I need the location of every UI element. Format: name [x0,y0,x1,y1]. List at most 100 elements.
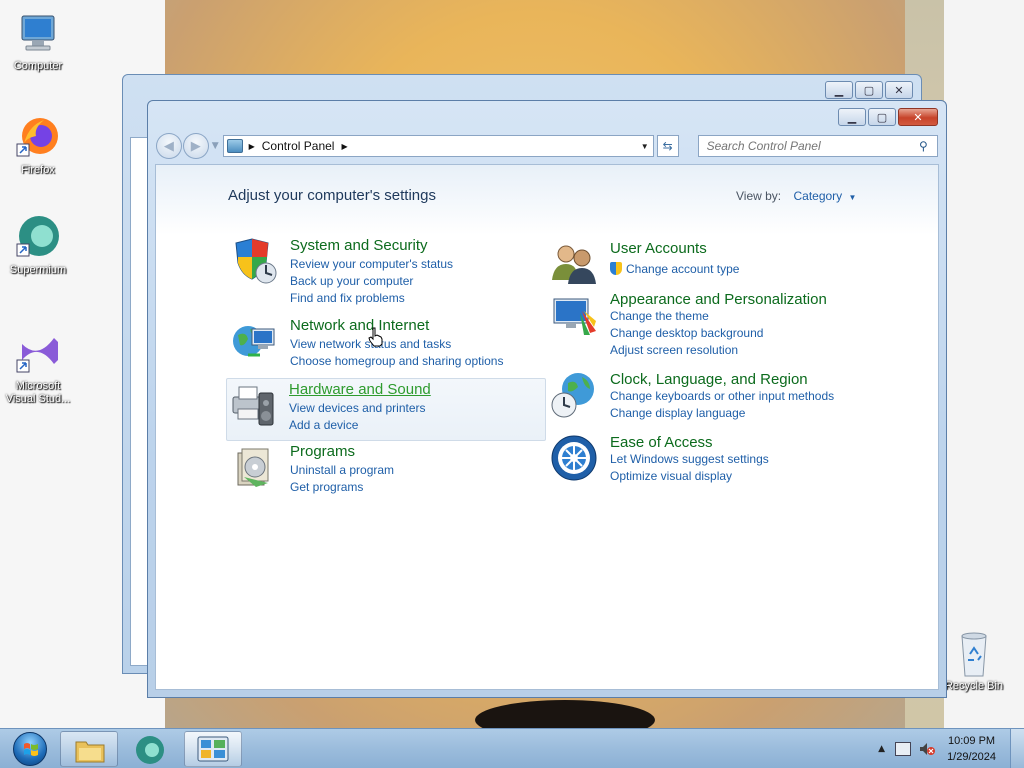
clock[interactable]: 10:09 PM 1/29/2024 [947,733,996,765]
show-desktop-button[interactable] [1010,729,1024,768]
refresh-button[interactable]: ⇆ [656,135,679,157]
minimize-button[interactable]: ▁ [838,108,866,126]
category-hardware-sound: Hardware and Sound View devices and prin… [226,378,546,441]
category-title[interactable]: Programs [290,443,355,460]
category-system-security: System and Security Review your computer… [228,237,548,305]
printer-speaker-icon [229,381,277,429]
category-title[interactable]: System and Security [290,237,428,254]
link-find-fix-problems[interactable]: Find and fix problems [290,291,405,305]
clock-time: 10:09 PM [947,735,996,747]
desktop-icon-firefox[interactable]: Firefox [2,114,74,176]
link-change-account-type[interactable]: Change account type [610,262,739,276]
forward-arrow-icon: ▶ [190,138,201,154]
computer-icon [14,10,62,58]
category-title[interactable]: Network and Internet [290,317,429,334]
uac-shield-icon [610,262,622,275]
link-review-status[interactable]: Review your computer's status [290,257,453,271]
link-display-language[interactable]: Change display language [610,406,745,420]
close-button[interactable]: ✕ [898,108,938,126]
category-title[interactable]: Ease of Access [610,434,713,451]
page-title: Adjust your computer's settings [228,187,436,204]
start-button[interactable] [4,730,56,768]
view-by: View by: Category ▼ [736,189,856,203]
desktop-icon-label: Recycle Bin [944,680,1004,692]
breadcrumb-arrow-icon[interactable]: ▶ [341,142,347,151]
recent-pages-dropdown[interactable]: ▼ [212,141,219,151]
category-programs: Programs Uninstall a program Get program… [228,443,548,509]
category-appearance-personalization: Appearance and Personalization Change th… [548,291,868,357]
shield-icon [230,237,278,285]
taskbar-file-explorer[interactable] [60,731,118,767]
taskbar: ▲ 10:09 PM 1/29/2024 [0,728,1024,768]
recycle-bin-icon [950,630,998,678]
forward-button[interactable]: ▶ [182,133,209,159]
control-panel-icon [197,736,229,762]
folder-icon [75,741,105,763]
show-hidden-icons-button[interactable]: ▲ [878,744,885,754]
taskbar-control-panel[interactable] [184,731,242,767]
windows-logo-icon [13,732,47,766]
view-by-label: View by: [736,189,782,203]
visual-studio-icon [14,330,62,378]
category-network-internet: Network and Internet View network status… [228,317,548,383]
taskbar-supermium[interactable] [122,731,180,767]
desktop-icon-label: Computer [13,60,63,72]
clock-date: 1/29/2024 [947,751,996,763]
search-icon[interactable]: ⚲ [919,139,937,153]
ease-of-access-icon [550,434,598,482]
control-panel-icon [226,139,243,153]
link-get-programs[interactable]: Get programs [290,480,363,494]
users-icon [550,240,598,288]
link-change-theme[interactable]: Change the theme [610,309,709,323]
supermium-icon [14,214,62,262]
view-by-dropdown[interactable]: Category [793,189,842,203]
minimize-button[interactable]: ▁ [825,81,853,99]
control-panel-window[interactable]: ▁ ▢ ✕ ◀ ▶ ▼ ▶ Control Panel ▶ ▼ ⇆ ⚲ Adju… [147,100,947,698]
link-suggest-settings[interactable]: Let Windows suggest settings [610,452,769,466]
category-ease-of-access: Ease of Access Let Windows suggest setti… [548,434,868,500]
close-button[interactable]: ✕ [885,81,913,99]
link-optimize-display[interactable]: Optimize visual display [610,469,732,483]
link-screen-resolution[interactable]: Adjust screen resolution [610,343,738,357]
maximize-button[interactable]: ▢ [868,108,896,126]
link-back-up[interactable]: Back up your computer [290,274,413,288]
category-title[interactable]: Appearance and Personalization [610,291,827,308]
maximize-button[interactable]: ▢ [855,81,883,99]
supermium-icon [136,736,164,764]
category-title[interactable]: User Accounts [610,240,707,257]
network-globe-icon [230,317,278,365]
refresh-icon: ⇆ [662,139,673,153]
desktop-icon-computer[interactable]: Computer [2,10,74,72]
breadcrumb-arrow-icon[interactable]: ▶ [249,142,255,151]
link-label: Change account type [626,262,740,276]
desktop-icon-visual-studio[interactable]: Microsoft Visual Stud... [2,330,74,406]
link-change-keyboards[interactable]: Change keyboards or other input methods [610,389,834,403]
desktop-icon-supermium[interactable]: Supermium [2,214,74,276]
breadcrumb-control-panel[interactable]: Control Panel [262,139,335,153]
link-uninstall-program[interactable]: Uninstall a program [290,463,394,477]
category-clock-language-region: Clock, Language, and Region Change keybo… [548,371,868,437]
content-area: Adjust your computer's settings View by:… [155,164,939,690]
chevron-down-icon[interactable]: ▼ [849,193,857,202]
address-dropdown[interactable]: ▼ [637,136,653,156]
address-bar[interactable]: ▶ Control Panel ▶ ▼ [222,135,654,157]
firefox-icon [14,114,62,162]
category-title[interactable]: Clock, Language, and Region [610,371,808,388]
desktop-icon-label: Microsoft Visual Stud... [5,380,71,405]
search-input[interactable] [706,139,920,153]
back-button[interactable]: ◀ [156,133,182,159]
link-add-device[interactable]: Add a device [289,418,358,432]
link-devices-printers[interactable]: View devices and printers [289,401,426,415]
network-icon[interactable] [895,742,912,756]
volume-muted-icon[interactable] [919,742,936,756]
system-tray: ▲ 10:09 PM 1/29/2024 [878,729,1024,768]
appearance-icon [550,291,598,339]
navigation-bar: ◀ ▶ ▼ ▶ Control Panel ▶ ▼ ⇆ ⚲ [156,132,939,160]
search-box[interactable]: ⚲ [697,135,939,157]
desktop-icon-label: Supermium [9,264,67,276]
category-title[interactable]: Hardware and Sound [289,381,431,398]
hand-cursor-icon [368,327,384,347]
link-homegroup-sharing[interactable]: Choose homegroup and sharing options [290,354,503,368]
desktop-icon-recycle-bin[interactable]: Recycle Bin [938,630,1010,692]
link-desktop-background[interactable]: Change desktop background [610,326,763,340]
